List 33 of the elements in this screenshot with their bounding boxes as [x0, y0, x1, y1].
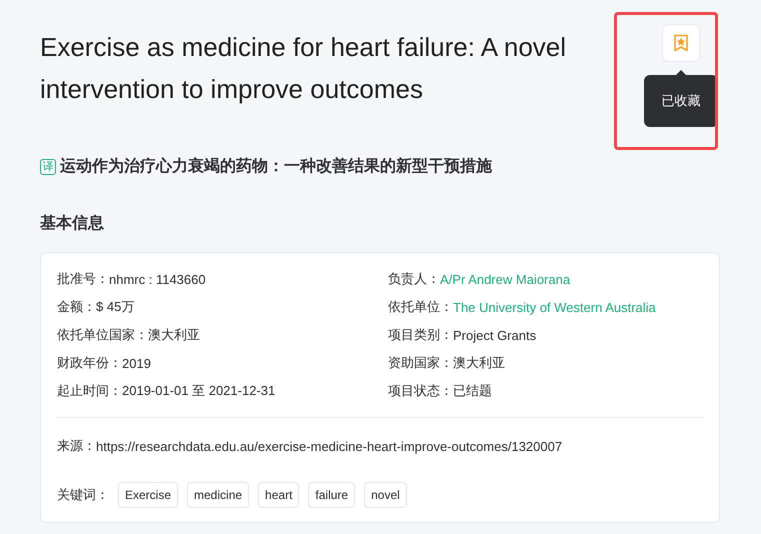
- field-label: 项目状态：: [388, 382, 453, 400]
- keyword-tag[interactable]: medicine: [187, 482, 250, 508]
- field-value: $ 45万: [96, 298, 134, 316]
- field-label: 金额：: [57, 298, 96, 316]
- translated-title: 运动作为治疗心力衰竭的药物：一种改善结果的新型干预措施: [60, 156, 492, 177]
- article-title: Exercise as medicine for heart failure: A novel intervention to improve outcomes: [40, 31, 568, 106]
- field-value: 2019: [122, 356, 151, 370]
- field-label: 依托单位：: [388, 298, 453, 316]
- field-value: 2019-01-01 至 2021-12-31: [122, 382, 276, 400]
- tooltip: 已收藏: [644, 75, 718, 127]
- field-label: 资助国家：: [388, 354, 453, 372]
- field-label: 负责人：: [388, 270, 440, 288]
- field-label: 财政年份：: [57, 354, 122, 372]
- field-value: 澳大利亚: [453, 354, 505, 372]
- bookmark-button[interactable]: [662, 24, 700, 62]
- field-value: 澳大利亚: [148, 326, 200, 344]
- keyword-tag[interactable]: Exercise: [118, 482, 178, 508]
- tooltip-arrow-icon: [676, 70, 686, 75]
- source-url: https://researchdata.edu.au/exercise-medicine-heart-improve-outcomes/1320007: [96, 438, 562, 454]
- field-value: Project Grants: [453, 328, 536, 342]
- keyword-tag[interactable]: heart: [258, 482, 300, 508]
- field-label: 项目类别：: [388, 326, 453, 344]
- keyword-tag[interactable]: failure: [308, 482, 356, 508]
- translate-badge: 译: [40, 158, 56, 174]
- field-label: 依托单位国家：: [57, 326, 148, 344]
- field-value: 已结题: [453, 382, 492, 400]
- field-value: nhmrc : 1143660: [109, 272, 206, 286]
- field-label: 起止时间：: [57, 382, 122, 400]
- keywords-label: 关键词：: [57, 486, 109, 504]
- section-title: 基本信息: [40, 214, 105, 234]
- keyword-tag[interactable]: novel: [364, 482, 407, 508]
- source-label: 来源：: [57, 437, 96, 455]
- field-label: 批准号：: [57, 270, 109, 288]
